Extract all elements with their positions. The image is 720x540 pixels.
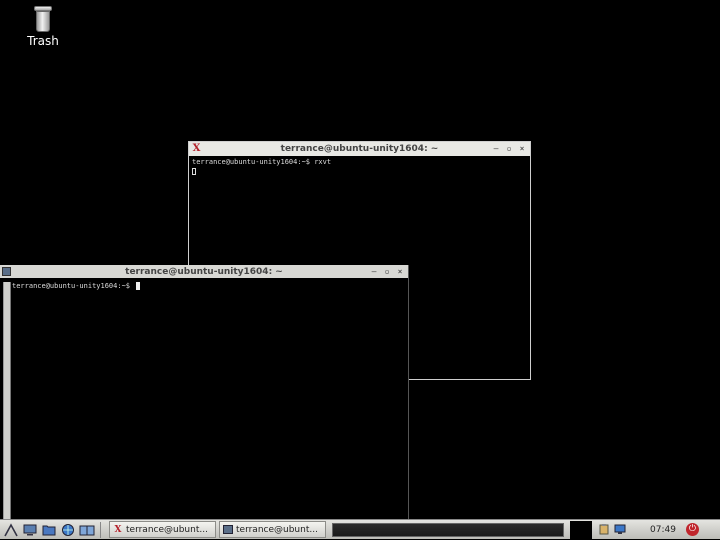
terminal-window-title: terrance@ubuntu-unity1604: ~ xyxy=(125,266,283,277)
rxvt-app-icon: X xyxy=(192,143,201,154)
minimize-button[interactable]: – xyxy=(369,266,379,277)
terminal-prompt: terrance@ubuntu-unity1604:~$ xyxy=(12,282,135,290)
rxvt-terminal-area[interactable]: terrance@ubuntu-unity1604:~$ rxvt xyxy=(189,156,530,178)
clipboard-icon[interactable] xyxy=(598,523,610,537)
taskbar-empty-area xyxy=(332,522,564,537)
rxvt-icon: X xyxy=(114,524,122,535)
clock[interactable]: 07:49 xyxy=(644,525,682,535)
trash-icon xyxy=(34,6,52,32)
power-icon[interactable]: ⏻ xyxy=(685,523,699,536)
minimize-button[interactable]: – xyxy=(491,143,501,154)
taskbar: X terrance@ubunt... terrance@ubunt... 07… xyxy=(0,519,720,539)
terminal-icon xyxy=(223,524,233,535)
start-menu-icon[interactable] xyxy=(3,522,19,538)
taskbar-task-label: terrance@ubunt... xyxy=(236,524,318,535)
window-menu-icon[interactable] xyxy=(2,267,11,276)
terminal-area[interactable]: terrance@ubuntu-unity1604:~$ xyxy=(0,278,408,293)
browser-icon[interactable] xyxy=(60,522,76,538)
network-icon[interactable] xyxy=(614,523,626,537)
show-desktop-icon[interactable] xyxy=(22,522,38,538)
maximize-button[interactable]: ▫ xyxy=(382,266,392,277)
taskbar-task-rxvt[interactable]: X terrance@ubunt... xyxy=(109,521,216,538)
file-manager-icon[interactable] xyxy=(41,522,57,538)
terminal-window[interactable]: terrance@ubuntu-unity1604: ~ – ▫ × terra… xyxy=(0,265,409,523)
close-button[interactable]: × xyxy=(395,266,405,277)
tray-panel xyxy=(570,520,592,539)
terminal-cursor xyxy=(136,282,141,290)
taskbar-task-terminal[interactable]: terrance@ubunt... xyxy=(219,521,326,538)
terminal-scrollbar[interactable] xyxy=(3,282,11,523)
maximize-button[interactable]: ▫ xyxy=(504,143,514,154)
close-button[interactable]: × xyxy=(517,143,527,154)
terminal-line: terrance@ubuntu-unity1604:~$ rxvt xyxy=(192,158,332,166)
desktop-icon-trash[interactable]: Trash xyxy=(20,6,66,48)
desktop-icon-label: Trash xyxy=(27,34,59,48)
workspace-switcher-icon[interactable] xyxy=(79,522,95,538)
taskbar-separator xyxy=(100,521,101,538)
terminal-cursor xyxy=(192,167,196,175)
terminal-titlebar[interactable]: terrance@ubuntu-unity1604: ~ – ▫ × xyxy=(0,265,408,278)
rxvt-window-title: terrance@ubuntu-unity1604: ~ xyxy=(280,144,439,154)
rxvt-titlebar[interactable]: X terrance@ubuntu-unity1604: ~ – ▫ × xyxy=(189,142,530,156)
taskbar-task-label: terrance@ubunt... xyxy=(126,524,208,535)
